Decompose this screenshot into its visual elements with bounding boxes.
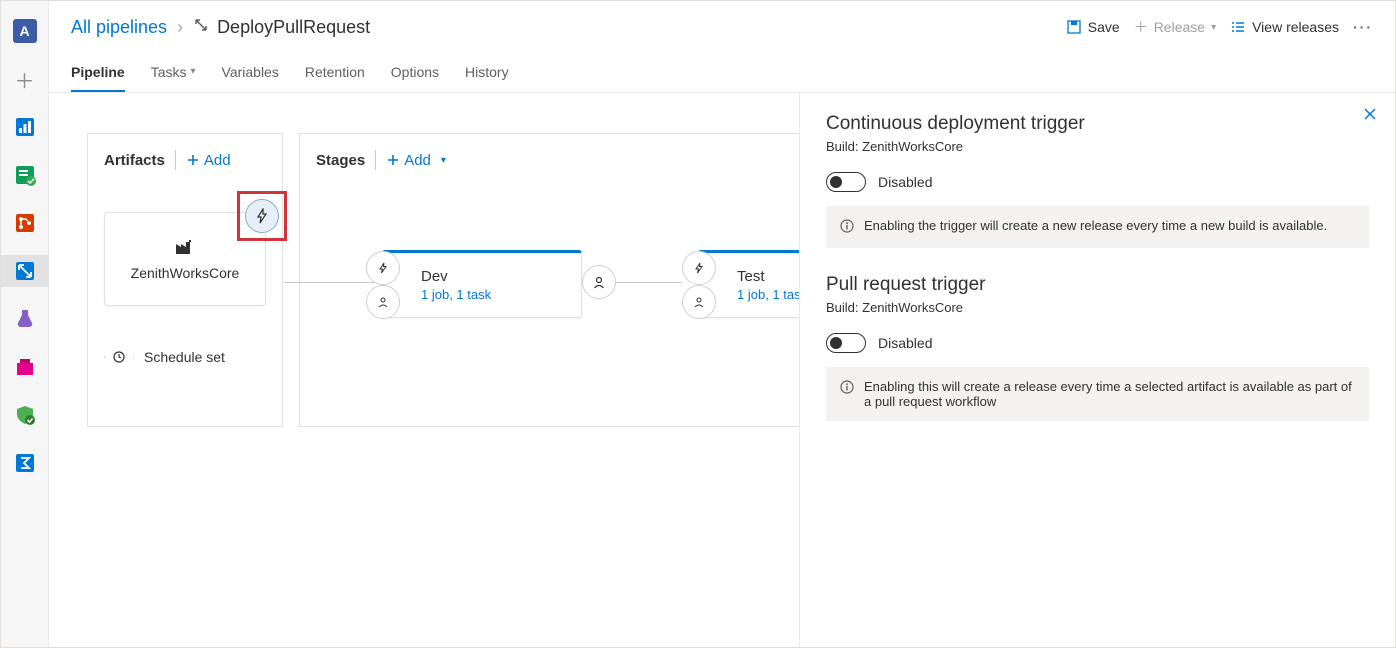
more-button[interactable]: ··· <box>1353 19 1373 35</box>
tab-tasks-label: Tasks <box>151 64 187 80</box>
left-nav: A ＋ <box>1 1 49 647</box>
stage-dev-detail[interactable]: 1 job, 1 task <box>421 287 581 302</box>
person-icon <box>377 296 389 308</box>
info-icon <box>840 219 854 236</box>
nav-ext-2[interactable] <box>9 447 41 479</box>
add-stage-label: Add <box>404 152 431 169</box>
close-icon <box>1363 107 1377 121</box>
stage-post-conditions-button[interactable] <box>366 285 400 319</box>
schedule-button[interactable]: Schedule set <box>104 342 266 372</box>
stage-pre-conditions-button[interactable] <box>682 251 716 285</box>
nav-overview[interactable] <box>9 111 41 143</box>
cd-trigger-info-text: Enabling the trigger will create a new r… <box>864 218 1327 233</box>
artifacts-panel: Artifacts Add ZenithWorksCore <box>87 133 283 427</box>
tabs: Pipeline Tasks ▾ Variables Retention Opt… <box>49 53 1395 93</box>
release-label: Release <box>1154 19 1205 35</box>
add-nav-item[interactable]: ＋ <box>9 63 41 95</box>
chevron-down-icon: ▾ <box>441 155 446 166</box>
schedule-icon <box>104 342 134 372</box>
plus-icon <box>186 153 200 167</box>
cd-trigger-subtitle: Build: ZenithWorksCore <box>826 139 1369 154</box>
artifacts-icon <box>13 355 37 379</box>
tab-options[interactable]: Options <box>391 53 439 92</box>
stage-pre-conditions-button[interactable] <box>366 251 400 285</box>
nav-ext-1[interactable] <box>9 399 41 431</box>
artifact-card[interactable]: ZenithWorksCore <box>104 212 266 306</box>
pr-trigger-title: Pull request trigger <box>826 274 1369 296</box>
nav-testplans[interactable] <box>9 303 41 335</box>
view-releases-label: View releases <box>1252 19 1339 35</box>
trigger-flyout: Continuous deployment trigger Build: Zen… <box>799 93 1395 647</box>
repos-icon <box>13 211 37 235</box>
testplans-icon <box>13 307 37 331</box>
pipelines-icon <box>13 259 37 283</box>
list-icon <box>1230 19 1246 35</box>
nav-artifacts[interactable] <box>9 351 41 383</box>
release-button[interactable]: ＋ Release ▾ <box>1134 17 1216 37</box>
person-icon <box>592 275 606 289</box>
artifacts-title: Artifacts <box>104 152 165 169</box>
pr-trigger-toggle[interactable] <box>826 333 866 353</box>
tab-history[interactable]: History <box>465 53 509 92</box>
plus-icon: ＋ <box>15 65 35 94</box>
lightning-icon <box>693 262 705 274</box>
pr-trigger-info: Enabling this will create a release ever… <box>826 367 1369 421</box>
stages-panel: Stages Add ▾ <box>299 133 851 427</box>
tab-variables[interactable]: Variables <box>222 53 279 92</box>
stage-dev[interactable]: Dev 1 job, 1 task <box>382 250 582 318</box>
tab-tasks[interactable]: Tasks ▾ <box>151 53 196 92</box>
tab-retention[interactable]: Retention <box>305 53 365 92</box>
pr-trigger-state: Disabled <box>878 335 932 351</box>
lightning-icon <box>377 262 389 274</box>
cd-trigger-toggle[interactable] <box>826 172 866 192</box>
view-releases-button[interactable]: View releases <box>1230 19 1339 35</box>
artifact-label: ZenithWorksCore <box>131 265 240 281</box>
plus-icon <box>386 153 400 167</box>
cd-trigger-title: Continuous deployment trigger <box>826 113 1369 135</box>
info-icon <box>840 380 854 397</box>
connector <box>284 282 382 283</box>
boards-icon <box>13 163 37 187</box>
add-stage-button[interactable]: Add ▾ <box>386 152 446 169</box>
add-artifact-label: Add <box>204 152 231 169</box>
nav-pipelines[interactable] <box>1 255 49 287</box>
add-artifact-button[interactable]: Add <box>186 152 231 169</box>
nav-repos[interactable] <box>9 207 41 239</box>
build-source-icon <box>174 238 196 259</box>
person-icon <box>693 296 705 308</box>
breadcrumb-current: DeployPullRequest <box>217 17 370 38</box>
pr-trigger-info-text: Enabling this will create a release ever… <box>864 379 1355 409</box>
breadcrumb-root[interactable]: All pipelines <box>71 17 167 38</box>
cd-trigger-info: Enabling the trigger will create a new r… <box>826 206 1369 248</box>
project-initial: A <box>13 19 37 43</box>
breadcrumb-sep: › <box>177 17 183 38</box>
lightning-icon <box>254 208 270 224</box>
plus-icon: ＋ <box>1134 17 1148 37</box>
approval-node[interactable] <box>582 265 616 299</box>
project-avatar[interactable]: A <box>9 15 41 47</box>
schedule-label: Schedule set <box>144 349 225 365</box>
save-icon <box>1066 19 1082 35</box>
shield-icon <box>13 403 37 427</box>
stage-post-conditions-button[interactable] <box>682 285 716 319</box>
stage-dev-name: Dev <box>421 268 581 285</box>
chevron-down-icon: ▾ <box>1211 22 1216 33</box>
sigma-icon <box>13 451 37 475</box>
breadcrumb: All pipelines › DeployPullRequest <box>71 17 370 38</box>
artifact-trigger-button[interactable] <box>245 199 279 233</box>
close-flyout-button[interactable] <box>1363 107 1377 124</box>
pipeline-icon <box>193 17 209 38</box>
dashboard-icon <box>13 115 37 139</box>
chevron-down-icon: ▾ <box>190 66 195 77</box>
pr-trigger-subtitle: Build: ZenithWorksCore <box>826 300 1369 315</box>
stages-title: Stages <box>316 152 365 169</box>
cd-trigger-state: Disabled <box>878 174 932 190</box>
save-label: Save <box>1088 19 1120 35</box>
save-button[interactable]: Save <box>1066 19 1120 35</box>
tab-pipeline[interactable]: Pipeline <box>71 53 125 92</box>
nav-boards[interactable] <box>9 159 41 191</box>
